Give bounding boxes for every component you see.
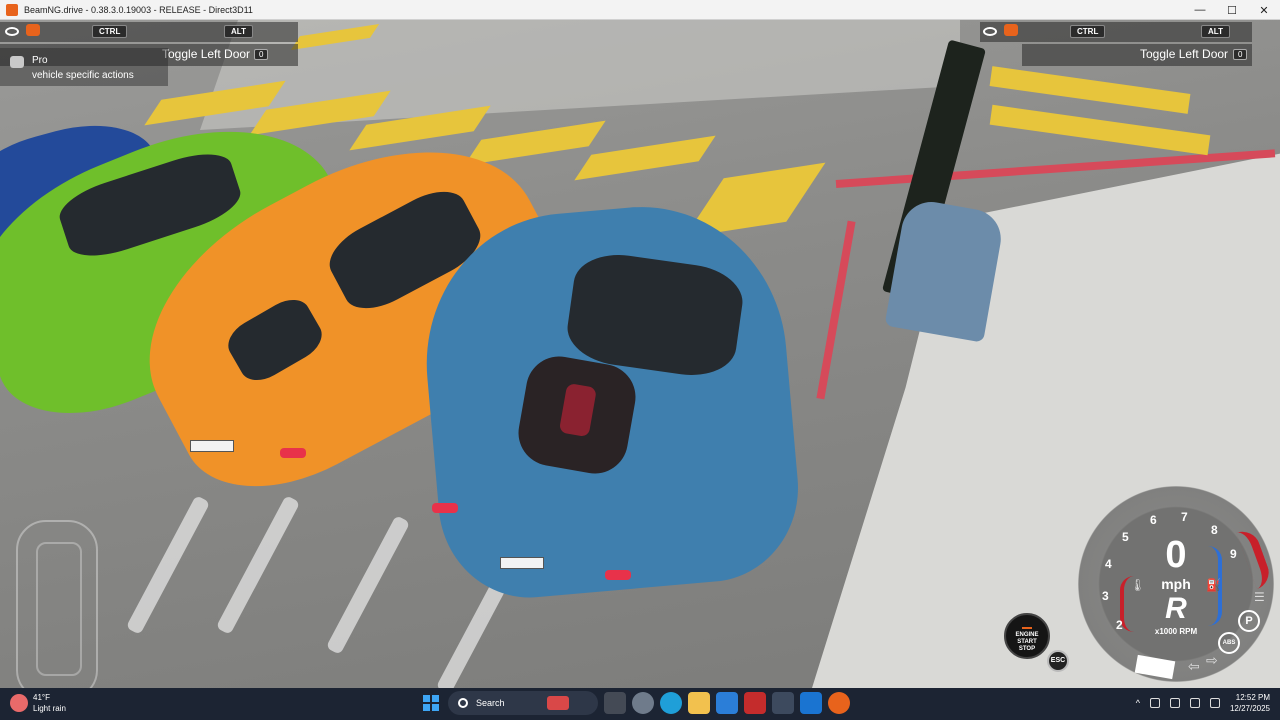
dell-icon[interactable] [716,692,738,714]
eye-icon[interactable] [983,27,997,36]
onedrive-icon[interactable] [1169,698,1180,708]
window-titlebar: BeamNG.drive - 0.38.3.0.19003 - RELEASE … [0,0,1280,20]
maximize-button[interactable]: ☐ [1216,0,1248,20]
eye-icon[interactable] [5,27,19,36]
clock-time: 12:52 PM [1235,693,1270,702]
orange-car-plate [190,440,234,452]
alt-key: ALT [1201,25,1230,38]
player-car-taillight-right [605,570,631,580]
taskbar-search[interactable]: Search [448,691,598,715]
speedometer-gauge: 1 2 3 4 5 6 7 8 9 0 mph R x1000 RPM 🌡 ⛽ … [1078,486,1274,682]
vehicle-icon[interactable] [26,24,40,36]
search-highlight-icon [546,696,569,710]
window-controls: — ☐ ✕ [1184,0,1280,20]
toggle-left-door-label: Toggle Left Door [1140,47,1229,61]
speed-readout: 0 [1165,534,1187,576]
action-key-badge: 0 [1233,49,1248,60]
close-button[interactable]: ✕ [1248,0,1280,20]
toggle-left-door-label: Toggle Left Door [162,47,251,61]
rpm-tick-7: 7 [1181,510,1188,524]
beamng-taskbar-icon[interactable] [828,692,850,714]
search-placeholder: Search [476,698,505,708]
fuel-icon: ⛽ [1206,578,1221,592]
outlook-icon[interactable] [800,692,822,714]
red-curb-corner [816,220,856,400]
rpm-needle-base [1134,654,1176,680]
parking-brake-icon: P [1238,610,1260,632]
clock-date: 12/27/2025 [1229,704,1270,713]
chrome-icon[interactable] [632,692,654,714]
wifi-icon[interactable] [1189,698,1200,708]
beamng-app-icon [6,3,18,16]
abs-icon: ABS [1218,632,1240,654]
taskbar-apps: Search [420,691,850,715]
road-marking [325,515,411,655]
orange-car-taillight [280,448,306,458]
left-turn-signal-icon: ⇦ [1188,658,1200,674]
ctrl-key: CTRL [92,25,128,38]
engine-label: ENGINE [1015,632,1039,638]
action-key-badge: 0 [254,49,269,60]
tray-app-icon[interactable] [1149,698,1160,708]
clock[interactable]: 12:52 PM 12/27/2025 [1230,692,1270,714]
headlight-icon: ☰ [1254,590,1265,604]
weather-temp: 41°F [33,693,50,702]
weather-desc: Light rain [33,704,66,713]
road-marking [125,495,211,635]
vehicle-damage-outline [16,520,98,688]
speaker-icon[interactable] [1209,698,1220,708]
hint-line1: Pro [32,55,48,66]
alt-key: ALT [224,25,253,38]
search-icon [458,698,468,708]
player-car-taillight-left [432,503,458,513]
start-label: START [1017,639,1037,645]
store-icon[interactable] [772,692,794,714]
player-car-engine [513,351,641,479]
crosswalk-stripe [989,66,1191,114]
windows-start-icon[interactable] [420,692,442,714]
windows-taskbar: 41°F Light rain Search ^ 12:52 PM 12/27/… [0,688,1280,720]
player-car-plate [500,557,544,569]
road-marking [215,495,301,635]
rpm-tick-6: 6 [1150,513,1157,527]
esc-button[interactable]: ESC [1047,650,1069,672]
minimize-button[interactable]: — [1184,0,1216,20]
right-turn-signal-icon: ⇨ [1206,652,1218,668]
weather-widget[interactable]: 41°F Light rain [10,692,66,714]
chevron-up-icon[interactable]: ^ [1136,698,1140,708]
stop-label: STOP [1018,646,1036,652]
hint-line2: vehicle specific actions [32,70,134,81]
vehicle-icon[interactable] [1004,24,1018,36]
mcafee-icon[interactable] [744,692,766,714]
crosswalk-stripe [574,135,716,181]
edge-icon[interactable] [660,692,682,714]
system-tray: ^ 12:52 PM 12/27/2025 [1136,692,1270,714]
window-title: BeamNG.drive - 0.38.3.0.19003 - RELEASE … [24,4,253,15]
speed-unit: mph [1161,576,1191,592]
weather-icon [10,694,28,712]
task-view-icon[interactable] [604,692,626,714]
game-viewport[interactable]: CTRL ALT Toggle Left Door 0 Pro vehicle … [0,20,1280,688]
vehicle-actions-icon [10,56,24,68]
coolant-temp-icon: 🌡 [1130,578,1146,592]
crosswalk-stripe [464,120,606,166]
file-explorer-icon[interactable] [688,692,710,714]
ctrl-key: CTRL [1070,25,1106,38]
hud-keys-left [0,22,298,42]
engine-start-stop-button[interactable]: ENGINE START STOP [1004,613,1050,659]
